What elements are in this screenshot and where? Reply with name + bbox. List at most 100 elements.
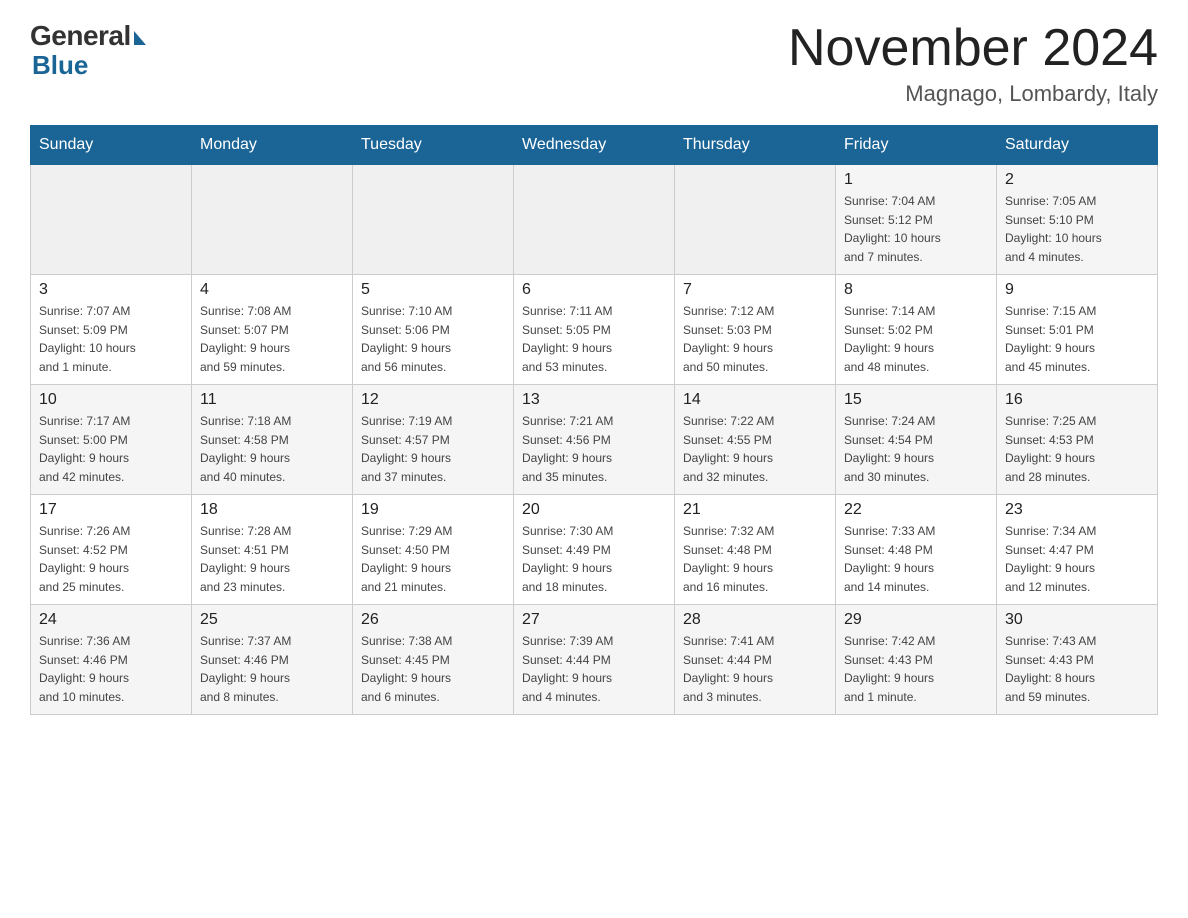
- day-cell: 15 Sunrise: 7:24 AM Sunset: 4:54 PM Dayli…: [836, 385, 997, 495]
- day-number: 28: [683, 611, 827, 629]
- day-cell: [514, 165, 675, 275]
- day-header-wednesday: Wednesday: [514, 126, 675, 165]
- location-text: Magnago, Lombardy, Italy: [788, 81, 1158, 107]
- day-info: Sunrise: 7:30 AM Sunset: 4:49 PM Dayligh…: [522, 522, 666, 596]
- week-row-5: 24 Sunrise: 7:36 AM Sunset: 4:46 PM Dayli…: [31, 605, 1158, 715]
- day-number: 9: [1005, 281, 1149, 299]
- day-info: Sunrise: 7:18 AM Sunset: 4:58 PM Dayligh…: [200, 412, 344, 486]
- calendar-table: SundayMondayTuesdayWednesdayThursdayFrid…: [30, 125, 1158, 715]
- day-cell: [675, 165, 836, 275]
- day-cell: 27 Sunrise: 7:39 AM Sunset: 4:44 PM Dayli…: [514, 605, 675, 715]
- day-info: Sunrise: 7:41 AM Sunset: 4:44 PM Dayligh…: [683, 632, 827, 706]
- day-info: Sunrise: 7:22 AM Sunset: 4:55 PM Dayligh…: [683, 412, 827, 486]
- day-info: Sunrise: 7:15 AM Sunset: 5:01 PM Dayligh…: [1005, 302, 1149, 376]
- day-info: Sunrise: 7:25 AM Sunset: 4:53 PM Dayligh…: [1005, 412, 1149, 486]
- day-cell: 29 Sunrise: 7:42 AM Sunset: 4:43 PM Dayli…: [836, 605, 997, 715]
- day-cell: [192, 165, 353, 275]
- day-info: Sunrise: 7:11 AM Sunset: 5:05 PM Dayligh…: [522, 302, 666, 376]
- day-number: 24: [39, 611, 183, 629]
- day-header-thursday: Thursday: [675, 126, 836, 165]
- day-number: 25: [200, 611, 344, 629]
- day-cell: 8Sunrise: 7:14 AM Sunset: 5:02 PM Daylig…: [836, 275, 997, 385]
- day-info: Sunrise: 7:07 AM Sunset: 5:09 PM Dayligh…: [39, 302, 183, 376]
- day-header-tuesday: Tuesday: [353, 126, 514, 165]
- day-number: 10: [39, 391, 183, 409]
- day-header-sunday: Sunday: [31, 126, 192, 165]
- day-cell: 22 Sunrise: 7:33 AM Sunset: 4:48 PM Dayli…: [836, 495, 997, 605]
- day-info: Sunrise: 7:42 AM Sunset: 4:43 PM Dayligh…: [844, 632, 988, 706]
- day-cell: 2Sunrise: 7:05 AM Sunset: 5:10 PM Daylig…: [997, 165, 1158, 275]
- day-cell: 19 Sunrise: 7:29 AM Sunset: 4:50 PM Dayli…: [353, 495, 514, 605]
- day-cell: 4 Sunrise: 7:08 AM Sunset: 5:07 PM Daylig…: [192, 275, 353, 385]
- day-header-monday: Monday: [192, 126, 353, 165]
- title-block: November 2024 Magnago, Lombardy, Italy: [788, 20, 1158, 107]
- logo-general-text: General: [30, 20, 131, 52]
- day-number: 15: [844, 391, 988, 409]
- day-cell: 14 Sunrise: 7:22 AM Sunset: 4:55 PM Dayli…: [675, 385, 836, 495]
- day-number: 13: [522, 391, 666, 409]
- day-cell: 25 Sunrise: 7:37 AM Sunset: 4:46 PM Dayli…: [192, 605, 353, 715]
- day-cell: 12Sunrise: 7:19 AM Sunset: 4:57 PM Dayli…: [353, 385, 514, 495]
- day-info: Sunrise: 7:34 AM Sunset: 4:47 PM Dayligh…: [1005, 522, 1149, 596]
- day-info: Sunrise: 7:32 AM Sunset: 4:48 PM Dayligh…: [683, 522, 827, 596]
- day-cell: 16 Sunrise: 7:25 AM Sunset: 4:53 PM Dayli…: [997, 385, 1158, 495]
- day-cell: [353, 165, 514, 275]
- header-row: SundayMondayTuesdayWednesdayThursdayFrid…: [31, 126, 1158, 165]
- week-row-1: 1 Sunrise: 7:04 AM Sunset: 5:12 PM Daylig…: [31, 165, 1158, 275]
- day-info: Sunrise: 7:26 AM Sunset: 4:52 PM Dayligh…: [39, 522, 183, 596]
- day-cell: 23 Sunrise: 7:34 AM Sunset: 4:47 PM Dayli…: [997, 495, 1158, 605]
- day-number: 30: [1005, 611, 1149, 629]
- week-row-2: 3 Sunrise: 7:07 AM Sunset: 5:09 PM Daylig…: [31, 275, 1158, 385]
- week-row-3: 10 Sunrise: 7:17 AM Sunset: 5:00 PM Dayli…: [31, 385, 1158, 495]
- day-cell: 5 Sunrise: 7:10 AM Sunset: 5:06 PM Daylig…: [353, 275, 514, 385]
- day-number: 2: [1005, 171, 1149, 189]
- day-cell: 24 Sunrise: 7:36 AM Sunset: 4:46 PM Dayli…: [31, 605, 192, 715]
- day-cell: 17Sunrise: 7:26 AM Sunset: 4:52 PM Dayli…: [31, 495, 192, 605]
- day-number: 4: [200, 281, 344, 299]
- day-info: Sunrise: 7:24 AM Sunset: 4:54 PM Dayligh…: [844, 412, 988, 486]
- day-cell: 28 Sunrise: 7:41 AM Sunset: 4:44 PM Dayli…: [675, 605, 836, 715]
- day-header-friday: Friday: [836, 126, 997, 165]
- day-number: 16: [1005, 391, 1149, 409]
- day-number: 23: [1005, 501, 1149, 519]
- day-cell: 9 Sunrise: 7:15 AM Sunset: 5:01 PM Daylig…: [997, 275, 1158, 385]
- day-number: 6: [522, 281, 666, 299]
- logo-triangle-icon: [134, 31, 146, 45]
- day-info: Sunrise: 7:21 AM Sunset: 4:56 PM Dayligh…: [522, 412, 666, 486]
- day-cell: 1 Sunrise: 7:04 AM Sunset: 5:12 PM Daylig…: [836, 165, 997, 275]
- day-info: Sunrise: 7:33 AM Sunset: 4:48 PM Dayligh…: [844, 522, 988, 596]
- day-number: 27: [522, 611, 666, 629]
- day-info: Sunrise: 7:17 AM Sunset: 5:00 PM Dayligh…: [39, 412, 183, 486]
- day-number: 8: [844, 281, 988, 299]
- day-number: 26: [361, 611, 505, 629]
- day-cell: [31, 165, 192, 275]
- day-info: Sunrise: 7:38 AM Sunset: 4:45 PM Dayligh…: [361, 632, 505, 706]
- day-cell: 6 Sunrise: 7:11 AM Sunset: 5:05 PM Daylig…: [514, 275, 675, 385]
- day-header-saturday: Saturday: [997, 126, 1158, 165]
- day-info: Sunrise: 7:08 AM Sunset: 5:07 PM Dayligh…: [200, 302, 344, 376]
- day-number: 1: [844, 171, 988, 189]
- day-number: 22: [844, 501, 988, 519]
- day-number: 19: [361, 501, 505, 519]
- day-number: 5: [361, 281, 505, 299]
- day-number: 7: [683, 281, 827, 299]
- day-cell: 3 Sunrise: 7:07 AM Sunset: 5:09 PM Daylig…: [31, 275, 192, 385]
- day-info: Sunrise: 7:12 AM Sunset: 5:03 PM Dayligh…: [683, 302, 827, 376]
- day-number: 12: [361, 391, 505, 409]
- day-info: Sunrise: 7:36 AM Sunset: 4:46 PM Dayligh…: [39, 632, 183, 706]
- day-info: Sunrise: 7:37 AM Sunset: 4:46 PM Dayligh…: [200, 632, 344, 706]
- day-number: 29: [844, 611, 988, 629]
- day-info: Sunrise: 7:10 AM Sunset: 5:06 PM Dayligh…: [361, 302, 505, 376]
- day-cell: 11Sunrise: 7:18 AM Sunset: 4:58 PM Dayli…: [192, 385, 353, 495]
- day-info: Sunrise: 7:39 AM Sunset: 4:44 PM Dayligh…: [522, 632, 666, 706]
- day-number: 21: [683, 501, 827, 519]
- day-number: 14: [683, 391, 827, 409]
- day-number: 3: [39, 281, 183, 299]
- day-cell: 7 Sunrise: 7:12 AM Sunset: 5:03 PM Daylig…: [675, 275, 836, 385]
- day-cell: 21 Sunrise: 7:32 AM Sunset: 4:48 PM Dayli…: [675, 495, 836, 605]
- logo-blue-text: Blue: [32, 50, 88, 81]
- day-info: Sunrise: 7:04 AM Sunset: 5:12 PM Dayligh…: [844, 192, 988, 266]
- day-info: Sunrise: 7:29 AM Sunset: 4:50 PM Dayligh…: [361, 522, 505, 596]
- day-cell: 30 Sunrise: 7:43 AM Sunset: 4:43 PM Dayli…: [997, 605, 1158, 715]
- day-info: Sunrise: 7:43 AM Sunset: 4:43 PM Dayligh…: [1005, 632, 1149, 706]
